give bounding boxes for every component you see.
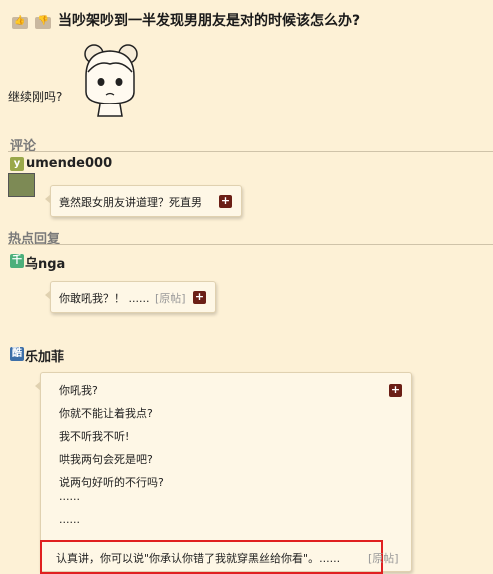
vote-buttons: 👍 👎: [12, 14, 52, 33]
thumbs-down-icon: 👎: [37, 16, 49, 26]
cartoon-girl-image: [74, 40, 146, 118]
reply-bubble: 你敢吼我？！ ...... [原帖] +: [45, 281, 216, 313]
like-button[interactable]: 👍: [12, 16, 28, 29]
reply-line: 你就不能让着我点?: [59, 407, 153, 420]
reply-username[interactable]: 乐加菲: [25, 346, 64, 365]
user-badge: 酷: [10, 347, 24, 361]
reply-line: ......: [59, 513, 80, 526]
original-post-link[interactable]: [原帖]: [155, 290, 186, 306]
reply-line: 你吼我?: [59, 384, 98, 397]
thumbs-up-icon: 👍: [14, 16, 26, 26]
reply-line: 说两句好听的不行吗?: [59, 476, 164, 489]
divider: [8, 151, 493, 152]
reply-username[interactable]: 乌nga: [25, 253, 65, 272]
comment-text: 竟然跟女朋友讲道理？死直男: [59, 196, 202, 209]
user-badge: y: [10, 157, 24, 171]
avatar: [8, 173, 35, 197]
divider: [8, 244, 493, 245]
original-post-link[interactable]: [原帖]: [368, 550, 399, 566]
comment-username[interactable]: umende000: [26, 156, 112, 171]
post-caption: 继续刚吗?: [8, 90, 63, 104]
plus-button[interactable]: +: [193, 291, 206, 304]
post-title: 当吵架吵到一半发现男朋友是对的时候该怎么办?: [58, 13, 361, 29]
reply-line: ......: [59, 490, 80, 503]
reply-line: 哄我两句会死是吧?: [59, 453, 153, 466]
comment-bubble: 竟然跟女朋友讲道理？死直男 +: [45, 185, 242, 217]
reply-text: 你敢吼我？！ ......: [59, 292, 150, 305]
dislike-button[interactable]: 👎: [35, 16, 52, 29]
highlighted-text: 认真讲，你可以说"你承认你错了我就穿黑丝给你看"。......: [56, 552, 341, 565]
plus-button[interactable]: +: [389, 384, 402, 397]
highlight-box: 认真讲，你可以说"你承认你错了我就穿黑丝给你看"。......: [40, 540, 383, 574]
user-badge: 千: [10, 254, 24, 268]
reply-line: 我不听我不听!: [59, 430, 130, 443]
plus-button[interactable]: +: [219, 195, 232, 208]
